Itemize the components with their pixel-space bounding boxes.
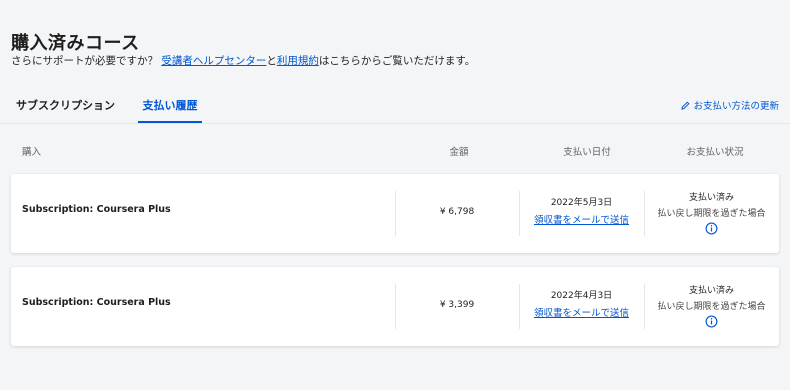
refund-note: 払い戻し期限を過ぎた場合 [657, 302, 766, 312]
payment-status: 支払い済み [688, 193, 734, 203]
help-and: と [266, 55, 277, 67]
purchase-name: Subscription: Coursera Plus [22, 204, 171, 215]
payment-row: Subscription: Coursera Plus ¥ 6,798 2022… [11, 174, 779, 253]
update-payment-method-link[interactable]: お支払い方法の更新 [681, 98, 779, 112]
refund-note: 払い戻し期限を過ぎた場合 [657, 209, 766, 219]
payment-date: 2022年4月3日 [550, 291, 613, 301]
terms-link[interactable]: 利用規約 [277, 55, 319, 67]
email-receipt-link[interactable]: 領収書をメールで送信 [519, 212, 644, 226]
payment-date: 2022年5月3日 [550, 198, 613, 208]
info-icon[interactable] [705, 222, 718, 235]
page-title: 購入済みコース [11, 33, 140, 54]
help-prefix: さらにサポートが必要ですか？ [11, 55, 158, 67]
tab-bar: サブスクリプション 支払い履歴 お支払い方法の更新 [0, 88, 790, 124]
column-header-purchase: 購入 [22, 147, 42, 158]
purchase-name: Subscription: Coursera Plus [22, 297, 171, 308]
column-header-amount: 金額 [449, 147, 469, 158]
purchases-page: 購入済みコース さらにサポートが必要ですか？ 受講者ヘルプセンターと利用規約はこ… [0, 0, 790, 390]
column-header-payment-date: 支払い日付 [563, 147, 611, 158]
tab-payment-history[interactable]: 支払い履歴 [138, 97, 202, 113]
info-icon[interactable] [705, 315, 718, 328]
payment-status: 支払い済み [688, 286, 734, 296]
email-receipt-link[interactable]: 領収書をメールで送信 [519, 305, 644, 319]
payment-row: Subscription: Coursera Plus ¥ 3,399 2022… [11, 267, 779, 346]
purchase-amount: ¥ 6,798 [439, 207, 475, 217]
update-payment-label: お支払い方法の更新 [693, 101, 779, 112]
column-header-payment-status: お支払い状況 [686, 147, 744, 158]
pencil-icon [681, 101, 690, 110]
help-text: さらにサポートが必要ですか？ 受講者ヘルプセンターと利用規約はこちらからご覧いた… [11, 53, 475, 68]
purchase-amount: ¥ 3,399 [439, 300, 475, 310]
active-tab-indicator [138, 121, 202, 123]
tab-subscription[interactable]: サブスクリプション [16, 97, 115, 113]
help-center-link[interactable]: 受講者ヘルプセンター [161, 55, 266, 67]
help-suffix: はこちらからご覧いただけます。 [318, 55, 476, 67]
